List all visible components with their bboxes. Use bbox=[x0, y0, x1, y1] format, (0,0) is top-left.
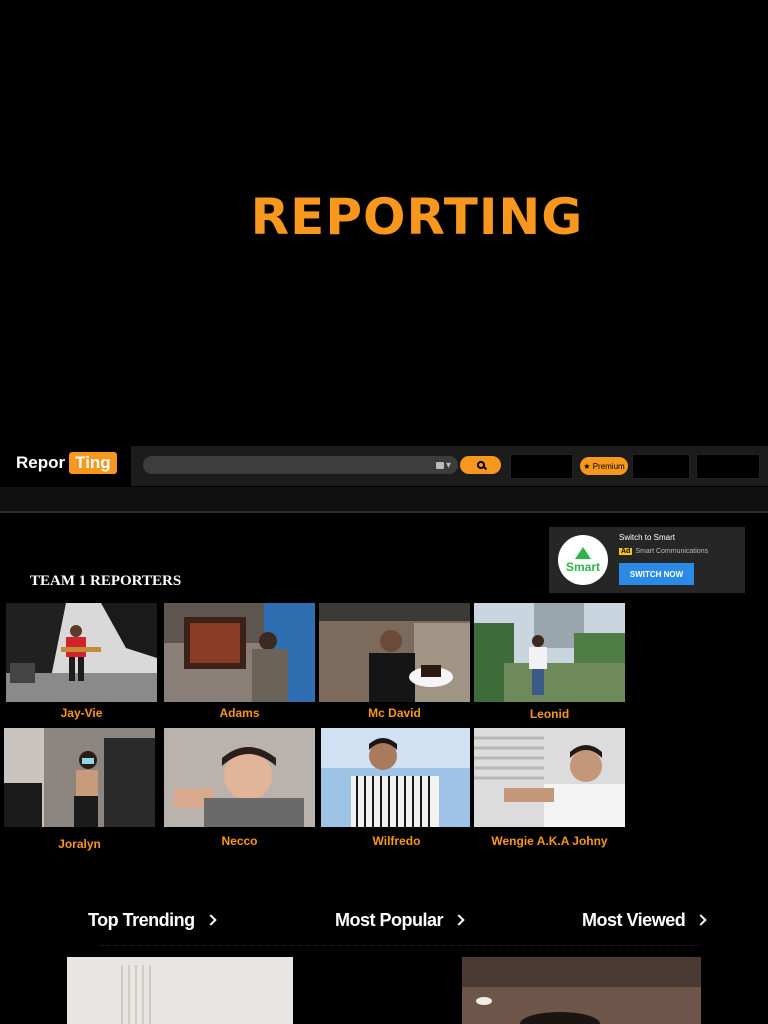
ad-banner[interactable]: Smart Switch to Smart Ad Smart Communica… bbox=[549, 527, 745, 593]
reporter-card[interactable]: Necco bbox=[164, 728, 315, 848]
category-label: Top Trending bbox=[88, 910, 195, 930]
chevron-right-icon bbox=[453, 914, 465, 926]
reporter-thumbnail[interactable] bbox=[474, 603, 625, 702]
logo-text-part1: Repor bbox=[16, 453, 66, 472]
reporter-thumbnail[interactable] bbox=[474, 728, 625, 827]
video-thumbnail[interactable] bbox=[67, 957, 293, 1024]
ad-switch-button[interactable]: SWITCH NOW bbox=[619, 563, 694, 585]
site-logo[interactable]: Repor Ting bbox=[16, 452, 117, 474]
reporter-thumbnail[interactable] bbox=[164, 728, 315, 827]
reporter-name[interactable]: Mc David bbox=[319, 706, 470, 720]
upload-button[interactable] bbox=[510, 454, 573, 479]
reporter-card[interactable]: Mc David bbox=[319, 603, 470, 720]
ad-tag: Ad bbox=[619, 548, 633, 555]
search-icon bbox=[476, 461, 485, 469]
reporter-thumbnail[interactable] bbox=[321, 728, 472, 827]
reporter-thumbnail[interactable] bbox=[4, 728, 155, 827]
logo-text-part2: Ting bbox=[69, 452, 117, 474]
reporter-thumbnail[interactable] bbox=[319, 603, 470, 702]
login-button[interactable] bbox=[632, 454, 690, 479]
smart-logo-icon bbox=[575, 546, 591, 559]
reporter-card[interactable]: Adams bbox=[164, 603, 315, 720]
ad-sponsor: Ad Smart Communications bbox=[619, 548, 708, 555]
reporter-name[interactable]: Joralyn bbox=[4, 837, 155, 851]
reporter-card[interactable]: Wilfredo bbox=[321, 728, 472, 848]
ad-title: Switch to Smart bbox=[619, 533, 676, 542]
chevron-right-icon bbox=[204, 914, 217, 926]
reporter-thumbnail[interactable] bbox=[6, 603, 157, 702]
hero-title: REPORTING bbox=[250, 188, 584, 246]
reporter-name[interactable]: Necco bbox=[164, 834, 315, 848]
ad-logo-text: Smart bbox=[565, 559, 600, 574]
signup-button[interactable] bbox=[696, 454, 760, 479]
nav-bar bbox=[0, 487, 768, 513]
ad-logo: Smart bbox=[558, 535, 608, 585]
search-button[interactable] bbox=[460, 456, 501, 474]
category-most-popular[interactable]: Most Popular bbox=[335, 910, 465, 931]
search-input[interactable] bbox=[143, 456, 458, 474]
chevron-right-icon bbox=[695, 914, 707, 926]
video-thumbnail[interactable] bbox=[462, 957, 701, 1024]
reporter-card[interactable]: Joralyn bbox=[4, 728, 155, 851]
reporter-card[interactable]: Leonid bbox=[474, 603, 625, 721]
reporter-name[interactable]: Adams bbox=[164, 706, 315, 720]
category-label: Most Viewed bbox=[582, 910, 686, 930]
reporter-name[interactable]: Wengie A.K.A Johny bbox=[474, 834, 625, 848]
ad-sponsor-name: Smart Communications bbox=[635, 548, 709, 555]
divider bbox=[100, 945, 700, 946]
reporter-name[interactable]: Jay-Vie bbox=[6, 706, 157, 720]
section-heading: TEAM 1 REPORTERS bbox=[30, 573, 182, 589]
reporter-name[interactable]: Leonid bbox=[474, 707, 625, 721]
category-top-trending[interactable]: Top Trending bbox=[88, 910, 217, 931]
reporter-card[interactable]: Wengie A.K.A Johny bbox=[474, 728, 625, 848]
category-most-viewed[interactable]: Most Viewed bbox=[582, 910, 707, 931]
premium-button[interactable]: ★ Premium bbox=[580, 457, 628, 475]
reporter-card[interactable]: Jay-Vie bbox=[6, 603, 157, 720]
category-label: Most Popular bbox=[335, 910, 444, 930]
reporter-name[interactable]: Wilfredo bbox=[321, 834, 472, 848]
video-camera-icon[interactable]: ▾ bbox=[436, 458, 456, 472]
reporter-thumbnail[interactable] bbox=[164, 603, 315, 702]
